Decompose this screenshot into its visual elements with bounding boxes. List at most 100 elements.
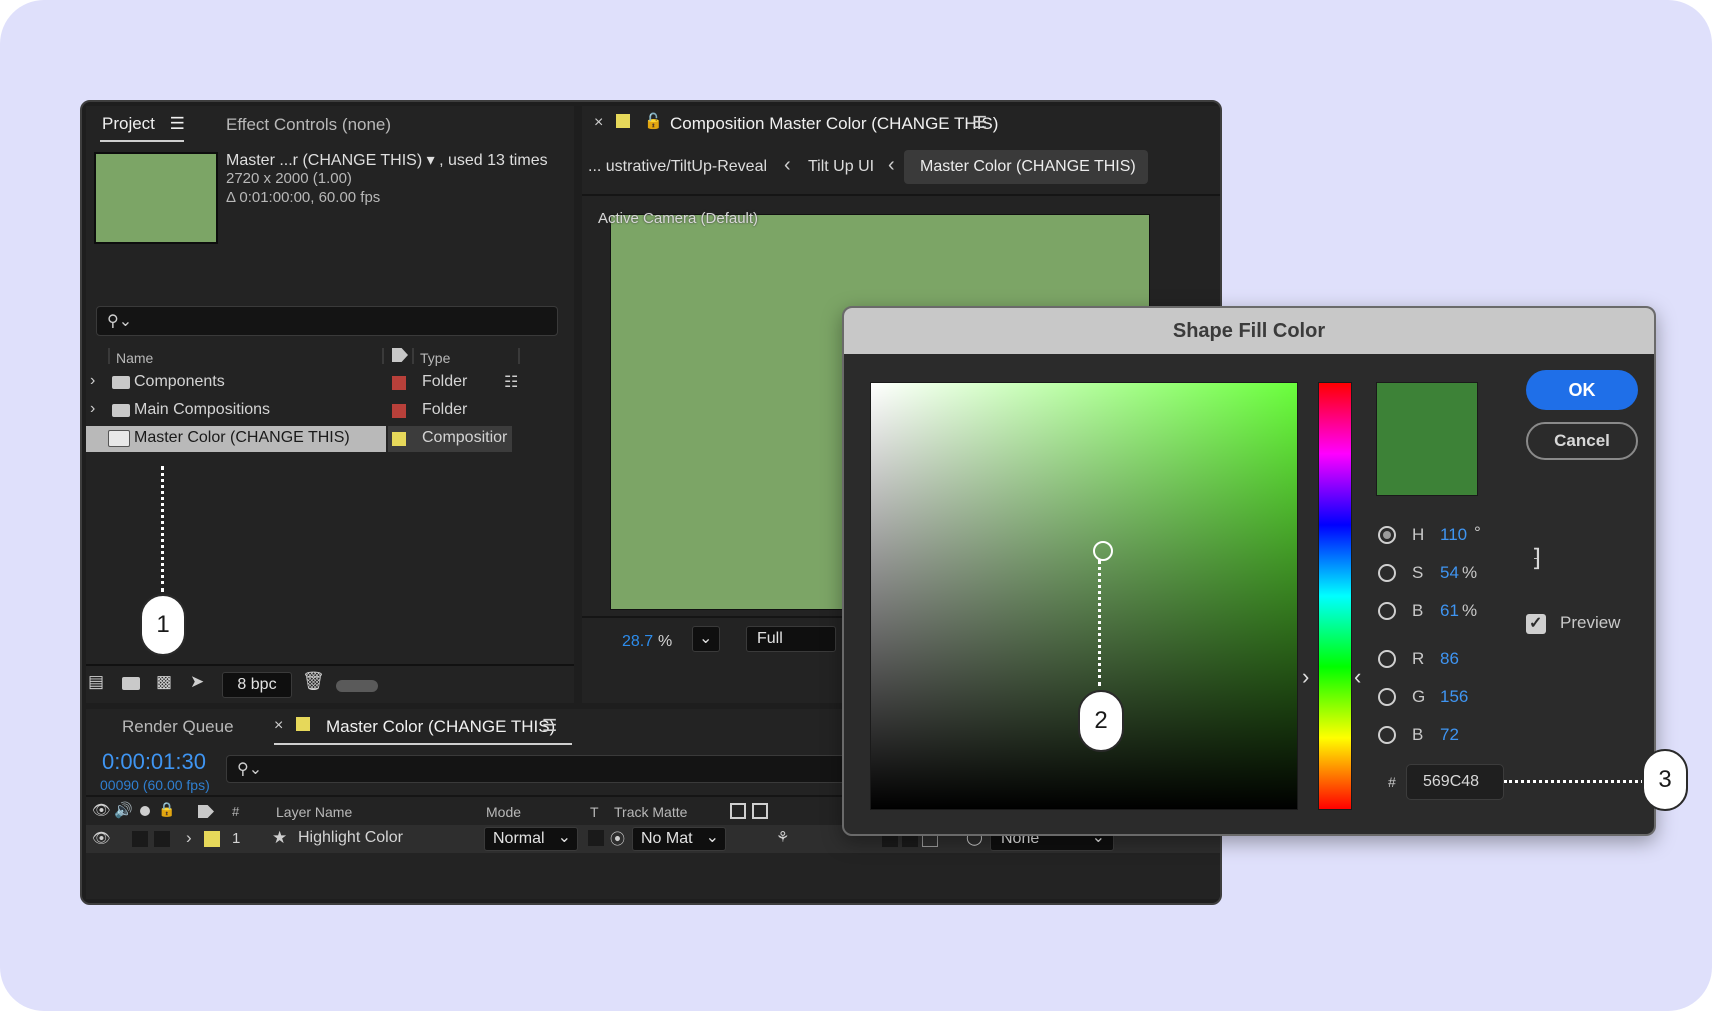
matte-link-icon[interactable]: ⦿ — [610, 828, 625, 849]
breadcrumb-chevron-icon: ‹ — [784, 154, 791, 176]
viewer-label: Active Camera (Default) — [598, 210, 759, 227]
hue-label: H — [1412, 525, 1425, 544]
panel-menu-icon[interactable]: ☰ — [170, 114, 185, 133]
list-item-name: Master Color (CHANGE THIS) — [134, 429, 350, 446]
cancel-button[interactable]: Cancel — [1526, 422, 1638, 460]
blue-value[interactable]: 72 — [1440, 725, 1459, 745]
project-search-input[interactable]: ⚲⌄ — [96, 306, 558, 336]
column-name[interactable]: Name — [116, 350, 153, 366]
green-value[interactable]: 156 — [1440, 687, 1468, 707]
folder-icon — [112, 404, 130, 417]
blue-radio[interactable] — [1378, 726, 1396, 744]
chevron-down-icon: ⌄ — [705, 829, 719, 846]
preserve-transparency-switch[interactable] — [588, 830, 604, 846]
track-matte-dropdown[interactable]: No Mat ⌄ — [632, 827, 726, 851]
list-item[interactable]: › Main Compositions Folder — [86, 398, 574, 424]
callout-3-label: 3 — [1658, 766, 1672, 793]
new-composition-icon[interactable]: ▩ — [156, 672, 172, 692]
solo-icon[interactable] — [140, 806, 150, 816]
render-icon[interactable]: ➤ — [190, 672, 204, 692]
green-radio[interactable] — [1378, 688, 1396, 706]
column-layer-name[interactable]: Layer Name — [276, 804, 352, 820]
bpc-button[interactable]: 8 bpc — [222, 672, 292, 698]
lock-icon[interactable]: 🔓 — [644, 112, 663, 130]
trash-icon[interactable]: 🗑 — [302, 671, 325, 692]
chevron-right-icon[interactable]: › — [90, 400, 95, 418]
tab-render-queue[interactable]: Render Queue — [122, 717, 234, 737]
label-color-swatch[interactable] — [392, 404, 406, 418]
tab-effect-controls[interactable]: Effect Controls (none) — [226, 115, 391, 135]
column-type[interactable]: Type — [420, 350, 450, 366]
eye-icon[interactable]: 👁 — [92, 801, 111, 819]
preview-checkbox[interactable]: ✓ — [1526, 614, 1546, 634]
hex-symbol: # — [1388, 774, 1396, 790]
callout-1-label: 1 — [156, 611, 170, 638]
item-thumbnail — [94, 152, 218, 244]
red-radio[interactable] — [1378, 650, 1396, 668]
tab-timeline-comp[interactable]: Master Color (CHANGE THIS) — [326, 717, 555, 737]
hex-input[interactable]: 569C48 — [1406, 764, 1504, 800]
frame-count: 00090 (60.00 fps) — [100, 777, 210, 793]
lock-icon[interactable]: 🔒 — [158, 801, 175, 818]
tab-project[interactable]: Project ☰ — [102, 114, 185, 134]
search-icon: ⚲⌄ — [237, 761, 263, 778]
mode-dropdown[interactable]: Normal ⌄ — [484, 827, 578, 851]
chevron-right-icon[interactable]: › — [90, 372, 95, 390]
breadcrumb-item[interactable]: Tilt Up UI — [808, 158, 874, 176]
zoom-dropdown[interactable]: ⌄ — [692, 626, 720, 652]
ok-button[interactable]: OK — [1526, 370, 1638, 410]
mode-value: Normal — [493, 830, 545, 847]
label-color-swatch — [616, 114, 630, 128]
callout-3-leader — [1504, 780, 1644, 783]
label-color-swatch[interactable] — [204, 831, 220, 847]
scroll-handle[interactable] — [336, 680, 378, 692]
interpret-footage-icon[interactable]: ▤ — [88, 672, 104, 692]
hue-slider-left-arrow-icon[interactable]: › — [1302, 664, 1309, 690]
eye-icon[interactable]: 👁 — [92, 829, 111, 847]
flowchart-icon[interactable]: ☷ — [504, 372, 518, 392]
audio-icon[interactable]: 🔊 — [114, 801, 133, 819]
brightness-radio[interactable] — [1378, 602, 1396, 620]
hex-value: 569C48 — [1423, 773, 1480, 790]
eyedropper-icon[interactable]: ⁆ — [1532, 544, 1541, 573]
close-icon[interactable]: × — [594, 114, 603, 132]
list-item-selected[interactable]: Master Color (CHANGE THIS) Compositior — [86, 426, 580, 452]
callout-2: 2 — [1078, 690, 1124, 752]
divider — [86, 664, 574, 666]
resolution-dropdown[interactable]: Full — [746, 626, 836, 652]
column-track-matte[interactable]: Track Matte — [614, 804, 687, 820]
close-icon[interactable]: × — [274, 717, 283, 735]
panel-menu-icon[interactable]: ☰ — [542, 716, 557, 736]
hue-value[interactable]: 110 — [1440, 525, 1467, 545]
panel-menu-icon[interactable]: ☰ — [972, 113, 987, 133]
timecode[interactable]: 0:00:01:30 — [102, 749, 206, 775]
layer-number: 1 — [232, 830, 241, 847]
hue-radio[interactable] — [1378, 526, 1396, 544]
breadcrumb-item[interactable]: ... ustrative/TiltUp-Reveal — [588, 158, 767, 176]
new-folder-icon[interactable] — [122, 677, 140, 690]
saturation-brightness-field[interactable] — [870, 382, 1298, 810]
layer-name[interactable]: Highlight Color — [298, 829, 403, 847]
label-color-swatch[interactable] — [392, 432, 406, 446]
zoom-value[interactable]: 28.7 — [622, 633, 653, 651]
saturation-value[interactable]: 54 — [1440, 563, 1459, 583]
composition-tab-title[interactable]: Composition Master Color (CHANGE THIS) — [670, 114, 998, 134]
color-target-handle[interactable] — [1093, 541, 1113, 561]
solo-switch[interactable] — [154, 831, 170, 847]
divider — [582, 194, 1220, 196]
audio-switch[interactable] — [132, 831, 148, 847]
collapse-switch-icon[interactable]: ⚘ — [776, 828, 789, 846]
brightness-value[interactable]: 61 — [1440, 601, 1459, 621]
red-value[interactable]: 86 — [1440, 649, 1459, 669]
hue-slider[interactable] — [1318, 382, 1352, 810]
matte-switch-icon — [730, 803, 746, 819]
saturation-radio[interactable] — [1378, 564, 1396, 582]
hue-slider-right-arrow-icon[interactable]: ‹ — [1354, 664, 1361, 690]
column-mode[interactable]: Mode — [486, 804, 521, 820]
list-item[interactable]: › Components Folder ☷ — [86, 370, 574, 396]
label-color-swatch[interactable] — [392, 376, 406, 390]
item-name[interactable]: Master ...r (CHANGE THIS) ▾ , used 13 ti… — [226, 150, 548, 170]
chevron-right-icon[interactable]: › — [186, 828, 192, 848]
breadcrumb-active[interactable]: Master Color (CHANGE THIS) — [904, 150, 1148, 184]
callout-2-label: 2 — [1094, 707, 1108, 734]
